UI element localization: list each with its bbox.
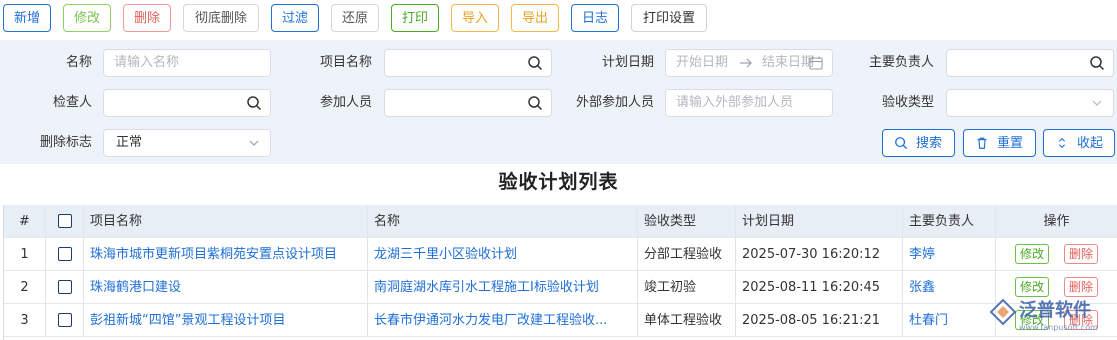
project-label: 项目名称 [319,55,372,70]
type-cell: 竣工初验 [638,271,736,304]
search-icon[interactable] [246,95,262,111]
name-input[interactable]: 请输入名称 [103,49,271,77]
trash-icon [977,137,987,149]
print-button[interactable]: 打印 [391,4,439,32]
project-link[interactable]: 珠海鹤港口建设 [84,271,368,304]
owner-link[interactable]: 张鑫 [903,271,996,304]
col-owner[interactable]: 主要负责人 [903,205,996,238]
table-row[interactable]: 3 彭祖新城“四馆”景观工程设计项目 长春市伊通河水力发电厂改建工程验收... … [4,304,1117,337]
name-link[interactable]: 长春市伊通河水力发电厂改建工程验收... [368,304,638,337]
row-select [46,304,84,337]
external-placeholder: 请输入外部参加人员 [676,95,794,110]
row-checkbox[interactable] [57,280,72,294]
date-cell: 2025-08-05 16:21:21 [736,304,903,337]
delete-flag-label: 删除标志 [39,135,92,150]
delete-button[interactable]: 删除 [123,4,171,32]
col-name[interactable]: 名称 [368,205,638,238]
table-header: # 项目名称 名称 验收类型 计划日期 主要负责人 操作 [4,205,1117,238]
project-link[interactable]: 彭祖新城“四馆”景观工程设计项目 [84,304,368,337]
print-settings-button[interactable]: 打印设置 [631,4,707,32]
row-checkbox[interactable] [57,247,72,261]
export-button[interactable]: 导出 [511,4,559,32]
plan-date-label: 计划日期 [601,55,654,70]
type-cell: 单体工程验收 [638,304,736,337]
participants-label: 参加人员 [319,95,372,110]
row-select [46,238,84,271]
name-link[interactable]: 龙湖三千里小区验收计划 [368,238,638,271]
inspector-input[interactable] [103,89,271,117]
participants-input[interactable] [384,89,552,117]
date-range-picker[interactable]: 开始日期 结束日期 [665,49,833,77]
log-button[interactable]: 日志 [571,4,619,32]
delete-flag-select[interactable]: 正常 [103,129,271,157]
date-cell: 2025-07-30 16:20:12 [736,238,903,271]
purge-button[interactable]: 彻底删除 [183,4,259,32]
chevron-down-icon [249,140,259,146]
search-icon [895,137,908,150]
external-input[interactable]: 请输入外部参加人员 [665,89,833,117]
owner-input[interactable] [946,49,1114,77]
col-select [46,205,84,238]
name-label: 名称 [65,55,92,70]
import-button[interactable]: 导入 [451,4,499,32]
toolbar: 新增 修改 删除 彻底删除 过滤 还原 打印 导入 导出 日志 打印设置 [0,0,1117,40]
reset-button-label: 重置 [997,135,1024,150]
collapse-button-label: 收起 [1077,135,1104,150]
search-button-label: 搜索 [916,135,943,150]
acceptance-type-select[interactable] [946,89,1114,117]
name-placeholder: 请输入名称 [114,55,180,70]
project-input[interactable] [384,49,552,77]
owner-link[interactable]: 李婷 [903,238,996,271]
calendar-icon[interactable] [808,55,824,71]
page-title: 验收计划列表 [498,171,619,193]
delete-flag-value: 正常 [116,135,143,150]
data-table: # 项目名称 名称 验收类型 计划日期 主要负责人 操作 1 珠海市城市更新项目… [3,205,1117,340]
inspector-label: 检查人 [52,95,92,110]
chevron-up-down-icon [1058,137,1066,149]
chevron-down-icon [1092,100,1102,106]
col-project[interactable]: 项目名称 [84,205,368,238]
brand-url: www.fanpusoft.com [1019,323,1098,332]
ops-cell: 修改 删除 [996,238,1117,271]
fanpu-logo: 泛普软件 www.fanpusoft.com [989,298,1098,332]
row-select [46,271,84,304]
owner-link[interactable]: 杜春门 [903,304,996,337]
reset-button[interactable]: 重置 [963,129,1036,157]
select-all-checkbox[interactable] [57,214,72,228]
project-link[interactable]: 珠海市城市更新项目紫桐苑安置点设计项目 [84,238,368,271]
col-index: # [4,205,46,238]
search-button[interactable]: 搜索 [882,129,955,157]
date-cell: 2025-08-11 16:20:45 [736,271,903,304]
search-icon[interactable] [527,95,543,111]
table-row[interactable]: 1 珠海市城市更新项目紫桐苑安置点设计项目 龙湖三千里小区验收计划 分部工程验收… [4,238,1117,271]
date-end-placeholder: 结束日期 [762,55,815,70]
col-date[interactable]: 计划日期 [736,205,903,238]
row-edit-button[interactable]: 修改 [1015,244,1050,264]
search-icon[interactable] [1089,55,1105,71]
brand-name: 泛普软件 [1019,299,1091,321]
external-label: 外部参加人员 [575,95,654,110]
name-link[interactable]: 南洞庭湖水库引水工程施工I标验收计划 [368,271,638,304]
filter-button[interactable]: 过滤 [271,4,319,32]
owner-label: 主要负责人 [868,55,934,70]
col-type[interactable]: 验收类型 [638,205,736,238]
edit-button[interactable]: 修改 [63,4,111,32]
row-index: 3 [4,304,46,337]
col-ops: 操作 [996,205,1117,238]
row-delete-button[interactable]: 删除 [1064,244,1099,264]
type-cell: 分部工程验收 [638,238,736,271]
acceptance-type-label: 验收类型 [881,95,934,110]
arrow-right-icon [740,58,752,68]
restore-button[interactable]: 还原 [331,4,379,32]
add-button[interactable]: 新增 [3,4,51,32]
row-checkbox[interactable] [57,313,72,327]
row-index: 2 [4,271,46,304]
search-icon[interactable] [527,55,543,71]
row-index: 1 [4,238,46,271]
table-row[interactable]: 2 珠海鹤港口建设 南洞庭湖水库引水工程施工I标验收计划 竣工初验 2025-0… [4,271,1117,304]
date-start-placeholder: 开始日期 [676,55,729,70]
collapse-button[interactable]: 收起 [1043,129,1115,157]
